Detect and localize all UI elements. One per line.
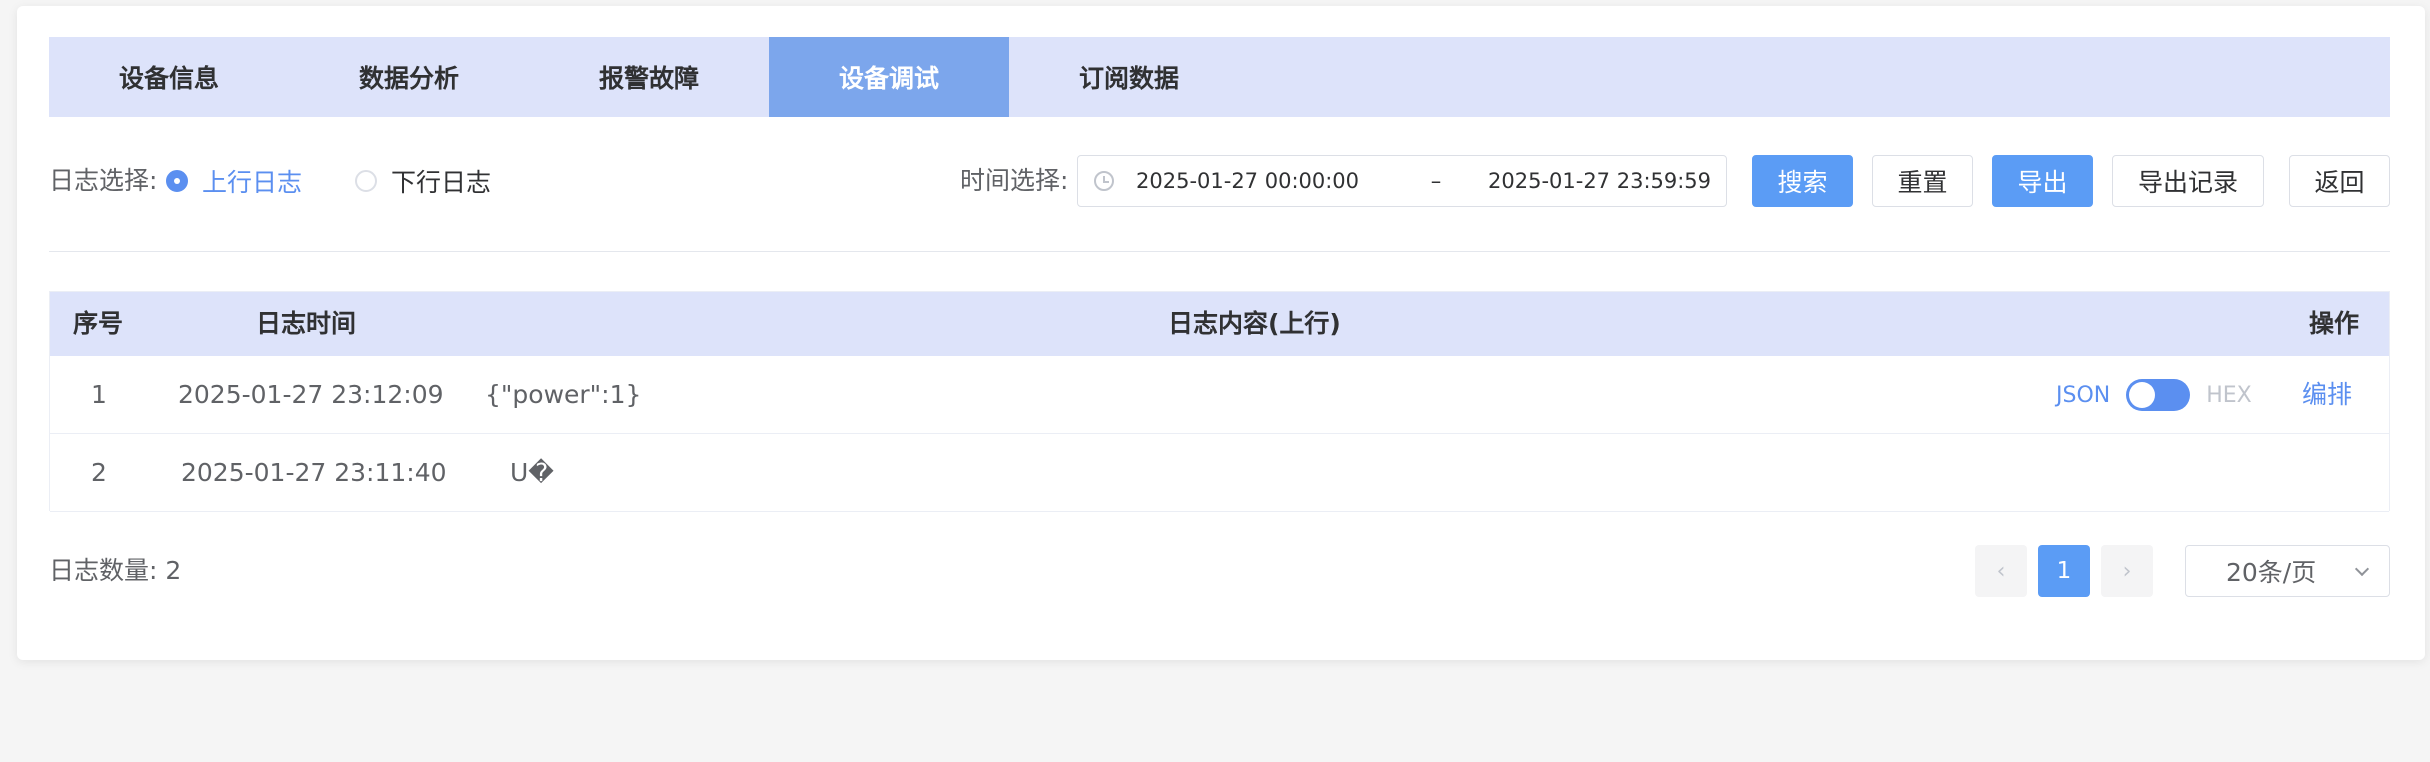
tab-device-debug[interactable]: 设备调试 [769, 37, 1009, 117]
page-size-select[interactable]: 20条/页 [2185, 545, 2390, 597]
radio-checked-icon [166, 170, 188, 192]
radio-uplink-label: 上行日志 [202, 168, 303, 197]
clock-icon [1094, 171, 1114, 191]
divider [49, 251, 2390, 252]
range-separator: – [1430, 169, 1442, 193]
radio-uplink-log[interactable]: 上行日志 [166, 155, 302, 207]
tab-alarm-fault[interactable]: 报警故障 [529, 37, 769, 117]
toggle-hex-label: HEX [2206, 382, 2252, 408]
json-hex-switch[interactable] [2126, 379, 2191, 411]
row-time: 2025-01-27 23:12:09 [178, 380, 444, 409]
page-number-button[interactable]: 1 [2038, 545, 2090, 597]
date-range-picker[interactable]: 2025-01-27 00:00:00 – 2025-01-27 23:59:5… [1077, 155, 1727, 207]
filter-row: 日志选择: 上行日志 下行日志 时间选择: 2025-01-27 00:00:0… [49, 155, 2390, 207]
header-content: 日志内容(上行) [1168, 309, 1341, 338]
time-select-label: 时间选择: [960, 166, 1069, 195]
start-date-input[interactable]: 2025-01-27 00:00:00 [1136, 169, 1406, 193]
export-button[interactable]: 导出 [1992, 155, 2093, 207]
header-index: 序号 [73, 309, 124, 338]
log-count: 日志数量: 2 [49, 556, 182, 585]
row-time: 2025-01-27 23:11:40 [181, 458, 447, 487]
tab-bar: 设备信息 数据分析 报警故障 设备调试 订阅数据 [49, 37, 2390, 117]
header-time: 日志时间 [256, 309, 357, 338]
end-date-input[interactable]: 2025-01-27 23:59:59 [1488, 169, 1711, 193]
log-select-label: 日志选择: [49, 166, 158, 195]
chevron-down-icon [2354, 561, 2370, 577]
log-table: 序号 日志时间 日志内容(上行) 操作 1 2025-01-27 23:12:0… [49, 291, 2390, 512]
radio-downlink-log[interactable]: 下行日志 [355, 155, 491, 207]
edit-link[interactable]: 编排 [2302, 356, 2352, 434]
export-records-button[interactable]: 导出记录 [2112, 155, 2264, 207]
radio-downlink-label: 下行日志 [391, 168, 492, 197]
row-index: 1 [91, 380, 107, 409]
row-index: 2 [91, 458, 107, 487]
tab-subscription-data[interactable]: 订阅数据 [1009, 37, 1249, 117]
row-content: U� [510, 458, 554, 487]
back-button[interactable]: 返回 [2289, 155, 2390, 207]
table-row: 2 2025-01-27 23:11:40 U� [50, 434, 2389, 512]
header-action: 操作 [2309, 309, 2360, 338]
toggle-json-label: JSON [2056, 382, 2111, 408]
table-header: 序号 日志时间 日志内容(上行) 操作 [50, 292, 2389, 356]
table-row: 1 2025-01-27 23:12:09 {"power":1} JSON H… [50, 356, 2389, 434]
row-content: {"power":1} [485, 380, 642, 409]
reset-button[interactable]: 重置 [1872, 155, 1973, 207]
page-size-value: 20条/页 [2226, 558, 2317, 587]
next-page-icon[interactable]: › [2101, 545, 2153, 597]
format-toggle: JSON HEX [2056, 356, 2252, 434]
search-button[interactable]: 搜索 [1752, 155, 1853, 207]
tab-data-analysis[interactable]: 数据分析 [289, 37, 529, 117]
tab-device-info[interactable]: 设备信息 [49, 37, 289, 117]
radio-unchecked-icon [355, 170, 377, 192]
switch-knob [2129, 382, 2156, 408]
prev-page-icon[interactable]: ‹ [1975, 545, 2027, 597]
